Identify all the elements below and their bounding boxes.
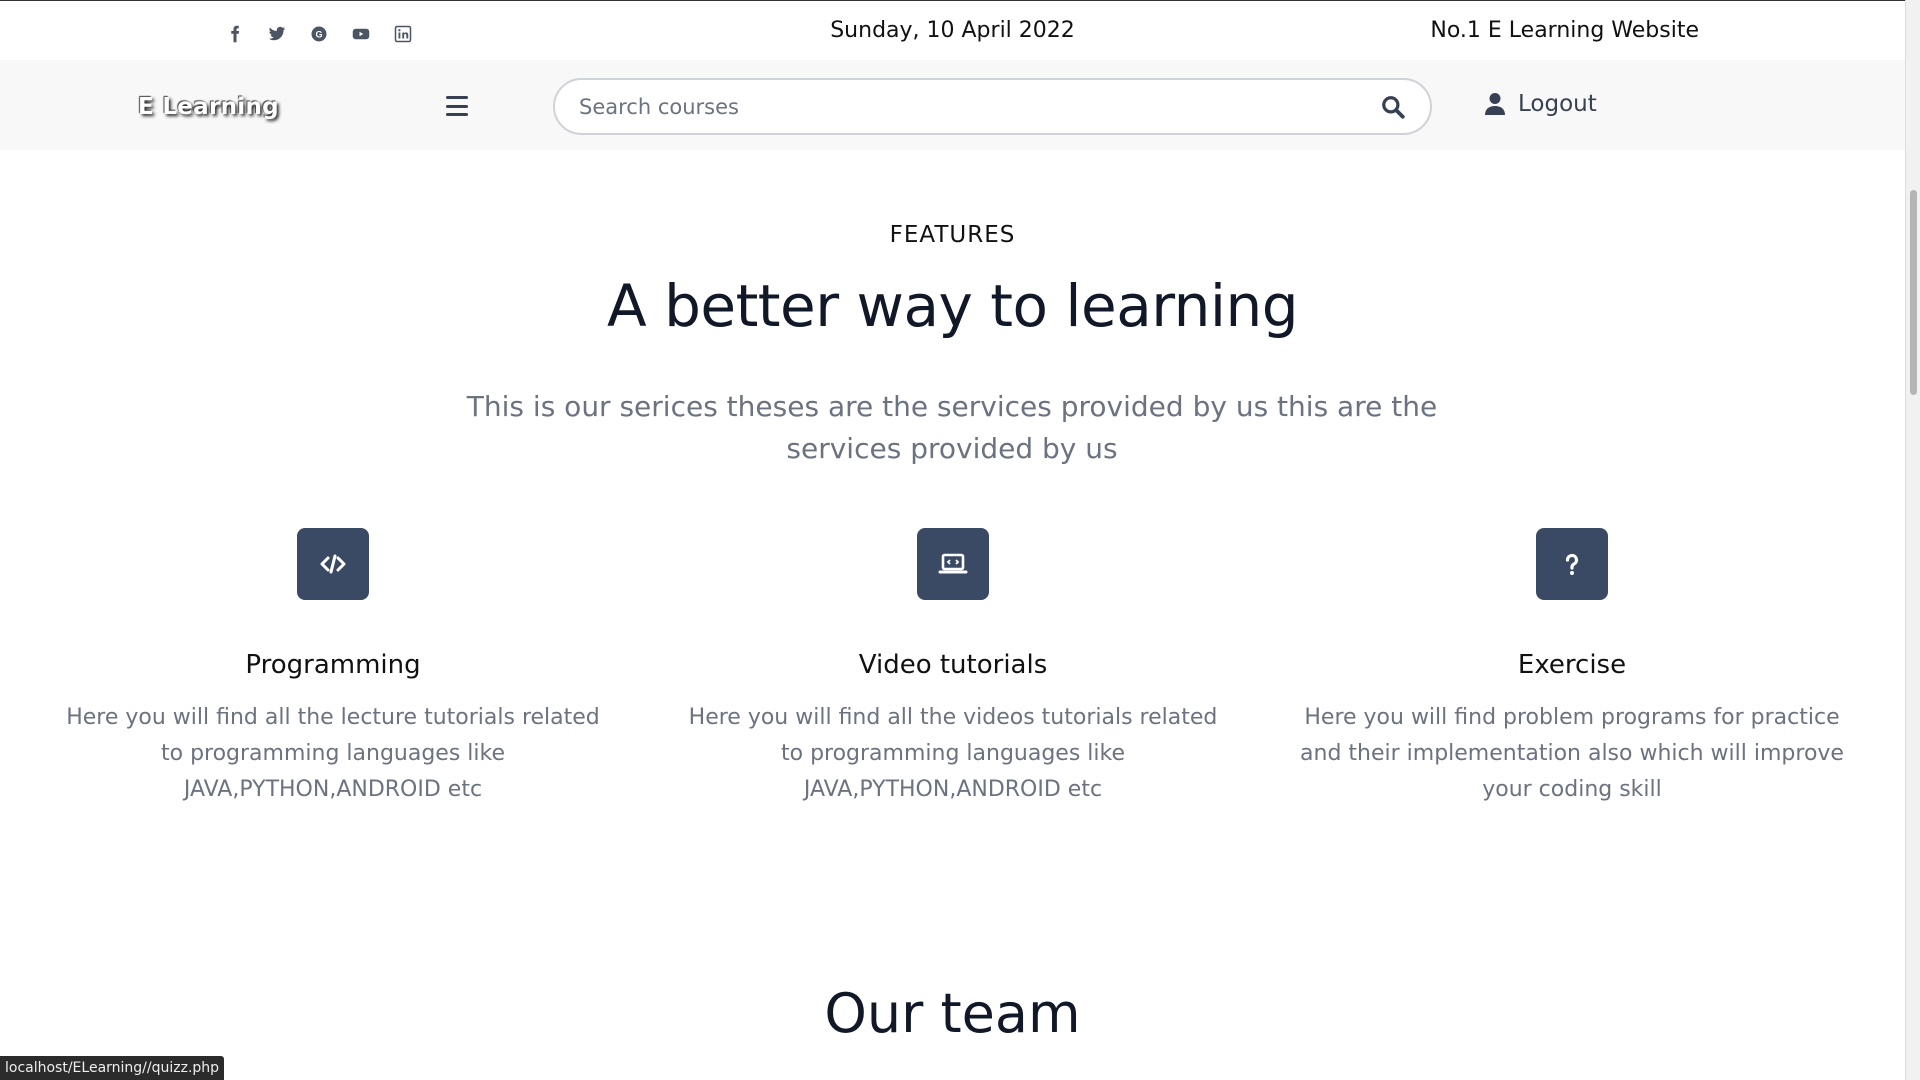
team-heading: Our team: [824, 982, 1081, 1045]
feature-description: Here you will find problem programs for …: [1300, 705, 1844, 802]
scrollbar-thumb[interactable]: [1910, 190, 1917, 395]
feature-card-programming: Programming Here you will find all the l…: [33, 528, 633, 808]
search-bar: [553, 78, 1432, 135]
laptop-code-icon: [917, 528, 989, 600]
feature-description: Here you will find all the videos tutori…: [688, 705, 1218, 802]
site-tagline: No.1 E Learning Website: [1430, 18, 1699, 43]
logout-label: Logout: [1518, 91, 1597, 117]
feature-title: Exercise: [1517, 650, 1627, 680]
link-status-bar: localhost/ELearning//quizz.php: [0, 1056, 225, 1080]
search-icon[interactable]: [1380, 94, 1406, 120]
page-scrollbar[interactable]: [1905, 0, 1920, 1080]
top-bar: G Sunday, 10 April 2022 No.1 E Learning …: [0, 0, 1905, 60]
features-headline: A better way to learning: [606, 272, 1299, 340]
site-logo[interactable]: E Learning: [138, 94, 279, 120]
search-input[interactable]: [579, 90, 1339, 124]
code-icon: [297, 528, 369, 600]
question-icon: [1536, 528, 1608, 600]
main-navbar: E Learning Logout: [0, 60, 1905, 150]
features-kicker: FEATURES: [889, 222, 1016, 248]
feature-card-video-tutorials: Video tutorials Here you will find all t…: [653, 528, 1253, 808]
feature-title: Programming: [245, 650, 421, 680]
logout-button[interactable]: Logout: [1484, 91, 1597, 117]
menu-icon[interactable]: [446, 96, 468, 116]
feature-description: Here you will find all the lecture tutor…: [66, 705, 600, 802]
user-icon: [1485, 93, 1505, 115]
feature-card-exercise: Exercise Here you will find problem prog…: [1272, 528, 1872, 808]
feature-title: Video tutorials: [858, 650, 1048, 680]
features-subtext: This is our serices theses are the servi…: [466, 390, 1438, 465]
